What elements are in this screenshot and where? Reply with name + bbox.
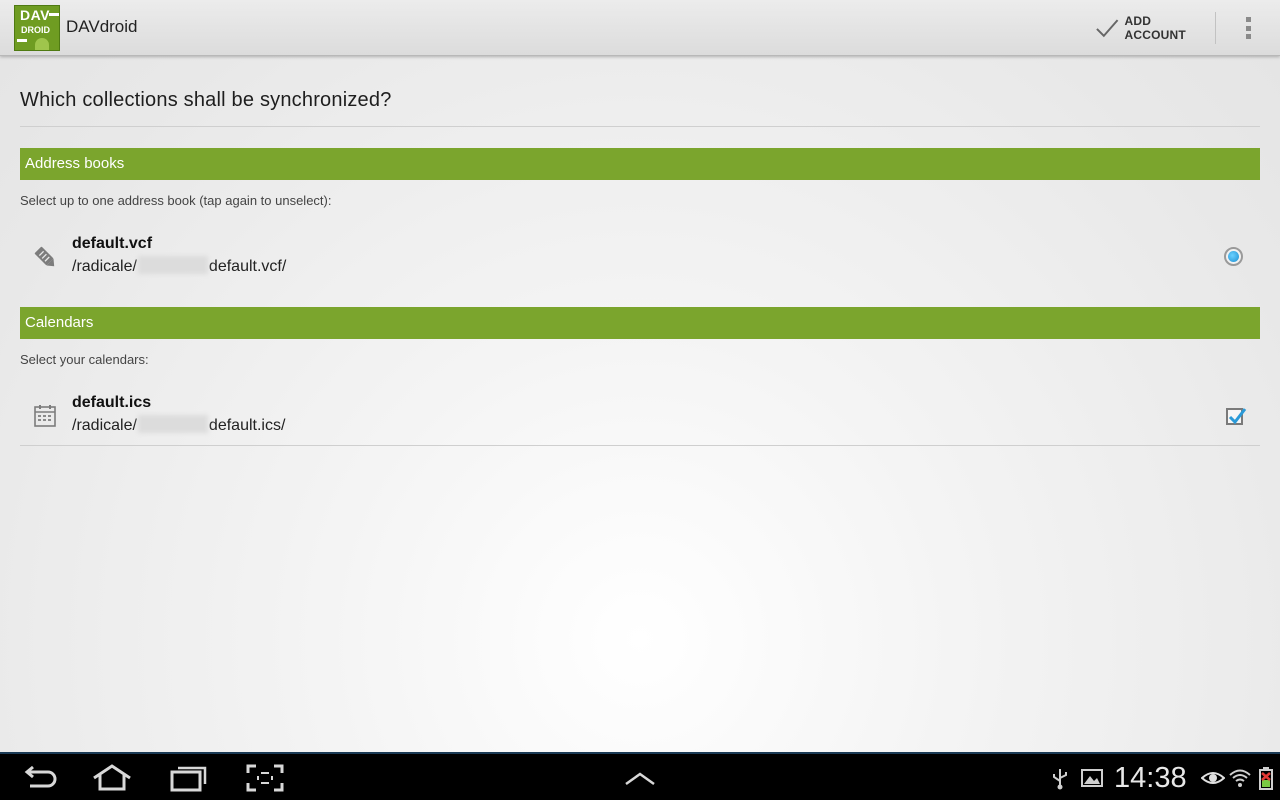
usb-icon [1053, 769, 1067, 790]
add-account-label: ADD ACCOUNT [1124, 14, 1186, 42]
battery-icon [1259, 767, 1273, 790]
calendar-item[interactable]: default.ics /radicale/default.ics/ [20, 391, 1260, 443]
system-clock: 14:38 [1114, 762, 1187, 794]
app-title: DAVdroid [66, 17, 138, 36]
up-arrow-icon[interactable] [618, 762, 662, 794]
app-window: DAV DROID DAVdroid ADD ACCOUNT Which col… [0, 0, 1280, 752]
logo-arrow-right [49, 13, 59, 16]
calendars-hint: Select your calendars: [20, 352, 149, 367]
list-divider [20, 445, 1260, 446]
app-logo-text-bottom: DROID [21, 25, 50, 35]
page-heading: Which collections shall be synchronized? [20, 89, 392, 111]
calendar-icon [34, 405, 56, 427]
action-bar-divider [1215, 12, 1216, 44]
recent-apps-icon[interactable] [166, 762, 210, 794]
redacted-username [137, 415, 208, 433]
heading-divider [20, 126, 1260, 127]
address-book-radio[interactable] [1224, 247, 1243, 266]
logo-android-icon [35, 38, 49, 50]
calendar-name: default.ics [72, 394, 152, 411]
checkmark-icon [1228, 408, 1247, 425]
address-book-item[interactable]: default.vcf /radicale/default.vcf/ [20, 232, 1260, 284]
calendar-path-prefix: /radicale/ [72, 417, 137, 434]
check-icon [1096, 19, 1119, 38]
address-book-path-prefix: /radicale/ [72, 258, 137, 275]
section-address-books: Address books [20, 148, 1260, 180]
calendar-path: /radicale/default.ics/ [72, 415, 285, 435]
home-icon[interactable] [90, 762, 134, 794]
back-icon[interactable] [18, 762, 62, 794]
address-book-name: default.vcf [72, 235, 153, 252]
wifi-icon [1229, 769, 1251, 787]
calendar-path-suffix: default.ics/ [208, 417, 286, 434]
action-bar: DAV DROID DAVdroid ADD ACCOUNT [0, 0, 1280, 56]
radio-selected-dot [1228, 251, 1239, 262]
calendar-checkbox[interactable] [1226, 408, 1247, 425]
section-calendars: Calendars [20, 307, 1260, 339]
add-account-button[interactable]: ADD ACCOUNT [1094, 14, 1214, 42]
address-book-path: /radicale/default.vcf/ [72, 256, 286, 276]
address-book-path-suffix: default.vcf/ [208, 258, 287, 275]
address-book-icon [34, 246, 55, 267]
app-logo-text-top: DAV [20, 7, 51, 23]
screenshot-icon[interactable] [243, 762, 287, 794]
redacted-username [137, 256, 208, 274]
address-books-hint: Select up to one address book (tap again… [20, 193, 332, 208]
logo-arrow-left [17, 39, 27, 42]
app-logo-icon[interactable]: DAV DROID [14, 5, 60, 51]
eye-icon [1201, 772, 1225, 784]
gallery-icon [1081, 769, 1103, 787]
overflow-menu-icon[interactable] [1236, 14, 1260, 42]
system-bar: 14:38 [0, 752, 1280, 800]
